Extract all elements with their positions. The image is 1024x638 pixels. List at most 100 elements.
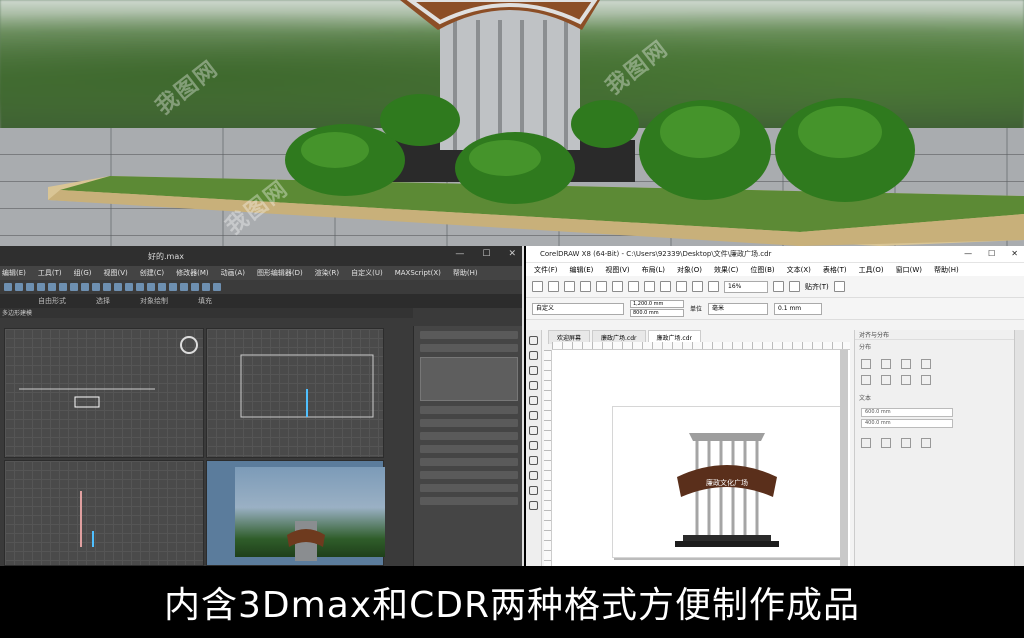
- minimize-icon[interactable]: —: [455, 249, 464, 259]
- freehand-tool-icon[interactable]: [529, 396, 538, 405]
- tool-icon[interactable]: [92, 283, 100, 291]
- document-page[interactable]: 廉政文化广场: [612, 406, 844, 558]
- copy-icon[interactable]: [612, 281, 623, 292]
- tool-icon[interactable]: [169, 283, 177, 291]
- menu-item[interactable]: MAXScript(X): [395, 269, 441, 277]
- align-right-icon[interactable]: [901, 359, 911, 369]
- page-width-field[interactable]: 1,200.0 mm: [630, 300, 684, 308]
- crop-tool-icon[interactable]: [529, 366, 538, 375]
- tool-icon[interactable]: [4, 283, 12, 291]
- redo-icon[interactable]: [660, 281, 671, 292]
- vertical-ruler[interactable]: [544, 350, 552, 566]
- ribbon-tab[interactable]: 对象绘制: [140, 296, 168, 306]
- nudge-distance-field[interactable]: 0.1 mm: [774, 302, 823, 315]
- menu-item[interactable]: 对象(O): [677, 265, 702, 275]
- drawing-canvas[interactable]: 廉政文化广场: [552, 350, 850, 566]
- menu-item[interactable]: 修改器(M): [176, 268, 209, 278]
- horizontal-ruler[interactable]: [552, 342, 850, 350]
- unit-select[interactable]: 毫米: [708, 302, 769, 315]
- menu-item[interactable]: 动画(A): [221, 268, 245, 278]
- tool-icon[interactable]: [202, 283, 210, 291]
- new-document-icon[interactable]: [532, 281, 543, 292]
- tool-icon[interactable]: [213, 283, 221, 291]
- tool-icon[interactable]: [15, 283, 23, 291]
- distribute-icon[interactable]: [901, 438, 911, 448]
- undo-icon[interactable]: [644, 281, 655, 292]
- y-position-field[interactable]: 400.0 mm: [861, 419, 953, 428]
- close-icon[interactable]: ✕: [1011, 249, 1018, 258]
- menu-item[interactable]: 视图(V): [104, 268, 128, 278]
- zoom-tool-icon[interactable]: [529, 381, 538, 390]
- rectangle-tool-icon[interactable]: [529, 426, 538, 435]
- menu-item[interactable]: 工具(O): [859, 265, 884, 275]
- docker-side-tabs[interactable]: [1014, 330, 1024, 566]
- menu-item[interactable]: 表格(T): [823, 265, 847, 275]
- page-height-field[interactable]: 800.0 mm: [630, 309, 684, 317]
- tool-icon[interactable]: [70, 283, 78, 291]
- x-position-field[interactable]: 600.0 mm: [861, 408, 953, 417]
- tool-icon[interactable]: [37, 283, 45, 291]
- menu-item[interactable]: 文本(X): [787, 265, 811, 275]
- menu-item[interactable]: 图形编辑器(D): [257, 268, 303, 278]
- export-icon[interactable]: [708, 281, 719, 292]
- pick-tool-icon[interactable]: [529, 336, 538, 345]
- menu-item[interactable]: 效果(C): [714, 265, 738, 275]
- tool-icon[interactable]: [48, 283, 56, 291]
- vertical-scrollbar[interactable]: [840, 350, 848, 566]
- tool-icon[interactable]: [158, 283, 166, 291]
- gear-icon[interactable]: [833, 281, 845, 292]
- modifier-stack[interactable]: [420, 357, 518, 401]
- fullscreen-icon[interactable]: [773, 281, 784, 292]
- ribbon-tab[interactable]: 填充: [198, 296, 212, 306]
- menu-item[interactable]: 位图(B): [750, 265, 774, 275]
- align-bottom-icon[interactable]: [881, 375, 891, 385]
- menu-item[interactable]: 窗口(W): [896, 265, 922, 275]
- tool-icon[interactable]: [81, 283, 89, 291]
- menu-item[interactable]: 渲染(R): [315, 268, 339, 278]
- shape-tool-icon[interactable]: [529, 351, 538, 360]
- close-icon[interactable]: ✕: [508, 249, 516, 259]
- align-center-icon[interactable]: [881, 359, 891, 369]
- paste-icon[interactable]: [628, 281, 639, 292]
- distribute-v-icon[interactable]: [921, 375, 931, 385]
- menu-item[interactable]: 工具(T): [38, 268, 62, 278]
- viewport-perspective[interactable]: [206, 460, 385, 566]
- tool-icon[interactable]: [114, 283, 122, 291]
- menu-item[interactable]: 视图(V): [605, 265, 629, 275]
- zoom-level-select[interactable]: 16%: [724, 280, 768, 293]
- viewport-top[interactable]: [4, 328, 204, 458]
- sign-drawing[interactable]: 廉政文化广场: [613, 407, 845, 559]
- menu-item[interactable]: 帮助(H): [934, 265, 959, 275]
- tool-icon[interactable]: [59, 283, 67, 291]
- page-preset-select[interactable]: 自定义: [532, 302, 624, 315]
- text-tool-icon[interactable]: [529, 471, 538, 480]
- menu-item[interactable]: 自定义(U): [351, 268, 383, 278]
- tool-icon[interactable]: [136, 283, 144, 291]
- distribute-h-icon[interactable]: [901, 375, 911, 385]
- menu-item[interactable]: 帮助(H): [453, 268, 478, 278]
- maximize-icon[interactable]: ☐: [988, 249, 995, 258]
- menu-item[interactable]: 组(G): [74, 268, 92, 278]
- artistic-media-icon[interactable]: [529, 411, 538, 420]
- ellipse-tool-icon[interactable]: [529, 441, 538, 450]
- menu-item[interactable]: 编辑(E): [570, 265, 594, 275]
- tool-icon[interactable]: [103, 283, 111, 291]
- cut-icon[interactable]: [596, 281, 607, 292]
- fill-tool-icon[interactable]: [529, 501, 538, 510]
- rulers-icon[interactable]: [789, 281, 800, 292]
- tool-icon[interactable]: [180, 283, 188, 291]
- print-icon[interactable]: [580, 281, 591, 292]
- polygon-tool-icon[interactable]: [529, 456, 538, 465]
- tool-icon[interactable]: [125, 283, 133, 291]
- viewport-left[interactable]: [4, 460, 204, 566]
- align-left-icon[interactable]: [861, 359, 871, 369]
- distribute-icon[interactable]: [921, 438, 931, 448]
- tool-icon[interactable]: [147, 283, 155, 291]
- menu-item[interactable]: 布局(L): [642, 265, 665, 275]
- tool-icon[interactable]: [191, 283, 199, 291]
- snap-to-button[interactable]: 贴齐(T): [805, 282, 829, 292]
- tool-icon[interactable]: [26, 283, 34, 291]
- maximize-icon[interactable]: ☐: [482, 249, 490, 259]
- distribute-icon[interactable]: [861, 438, 871, 448]
- save-icon[interactable]: [564, 281, 575, 292]
